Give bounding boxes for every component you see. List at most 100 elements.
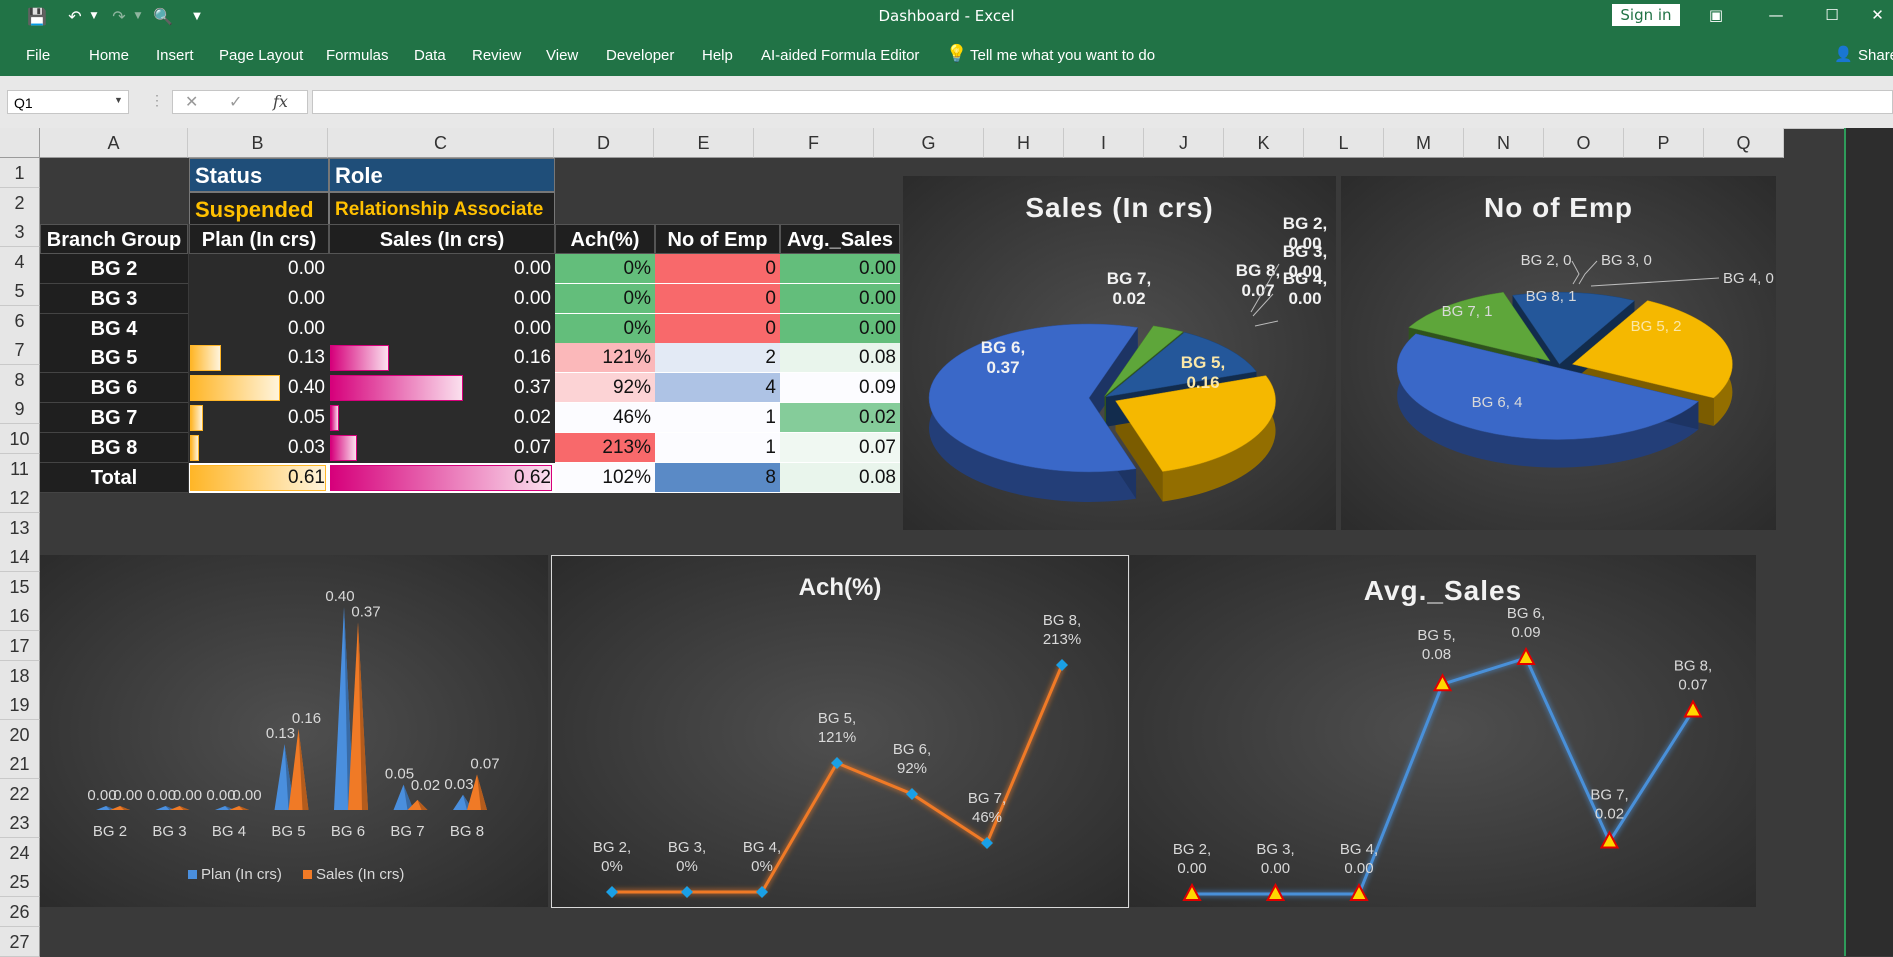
row-bg-6-ach: 92%: [555, 373, 655, 403]
tell-me-search[interactable]: Tell me what you want to do: [970, 47, 1155, 64]
row-header-17[interactable]: 17: [0, 631, 40, 661]
row-header-14[interactable]: 14: [0, 542, 40, 572]
column-header-l[interactable]: L: [1304, 128, 1384, 158]
row-header-8[interactable]: 8: [0, 365, 40, 395]
row-header-4[interactable]: 4: [0, 247, 40, 277]
row-header-19[interactable]: 19: [0, 690, 40, 720]
name-box-dropdown-icon[interactable]: ▼: [114, 95, 123, 105]
insert-function-button[interactable]: fx: [273, 92, 288, 111]
worksheet-grid[interactable]: Status Role Suspended Relationship Assoc…: [40, 158, 1893, 956]
row-bg-6-sales: 0.37: [329, 373, 555, 403]
column-header-p[interactable]: P: [1624, 128, 1704, 158]
row-total-ach: 102%: [555, 463, 655, 493]
row-header-22[interactable]: 22: [0, 779, 40, 809]
ach-line-chart[interactable]: Ach(%) BG 2, 0% BG 3, 0% BG 4, 0% BG 5, 121% BG …: [551, 555, 1129, 908]
row-bg-4-avg-text: 0.00: [859, 318, 896, 339]
tab-data[interactable]: Data: [414, 47, 446, 64]
close-icon[interactable]: ✕: [1862, 2, 1893, 28]
maximize-icon[interactable]: ☐: [1812, 2, 1852, 28]
column-header-b[interactable]: B: [188, 128, 328, 158]
tab-home[interactable]: Home: [89, 47, 129, 64]
tab-developer[interactable]: Developer: [606, 47, 674, 64]
tab-ai-formula-editor[interactable]: AI-aided Formula Editor: [761, 47, 919, 64]
tab-page-layout[interactable]: Page Layout: [219, 47, 303, 64]
enter-icon[interactable]: ✓: [229, 92, 242, 112]
row-header-9[interactable]: 9: [0, 394, 40, 424]
row-header-26[interactable]: 26: [0, 897, 40, 927]
row-header-3[interactable]: 3: [0, 217, 40, 247]
header-no-of-emp: No of Emp: [655, 224, 780, 254]
row-header-25[interactable]: 25: [0, 867, 40, 897]
row-header-24[interactable]: 24: [0, 838, 40, 868]
tab-view[interactable]: View: [546, 47, 578, 64]
row-header-20[interactable]: 20: [0, 720, 40, 750]
column-header-c[interactable]: C: [328, 128, 554, 158]
pie-label-bg-6: BG 6, 4: [1472, 394, 1523, 411]
name-box[interactable]: Q1: [7, 90, 129, 114]
emp-pie-chart[interactable]: No of Emp BG 2, 0 BG 3, 0 BG 4, 0 BG 5, 2 BG…: [1341, 176, 1776, 530]
tab-formulas[interactable]: Formulas: [326, 47, 389, 64]
row-header-27[interactable]: 27: [0, 927, 40, 957]
bar-value-label: 0.00: [87, 787, 116, 804]
marker-bg-8[interactable]: [1056, 659, 1068, 671]
row-header-10[interactable]: 10: [0, 424, 40, 454]
tab-review[interactable]: Review: [472, 47, 521, 64]
row-header-6[interactable]: 6: [0, 306, 40, 336]
sales-data-bar: [330, 435, 357, 461]
row-header-2[interactable]: 2: [0, 188, 40, 218]
bar-value-label: 0.37: [351, 603, 380, 620]
row-header-21[interactable]: 21: [0, 749, 40, 779]
row-header-13[interactable]: 13: [0, 513, 40, 543]
column-header-q[interactable]: Q: [1704, 128, 1784, 158]
tab-insert[interactable]: Insert: [156, 47, 194, 64]
status-value[interactable]: Suspended: [189, 192, 329, 226]
column-header-g[interactable]: G: [874, 128, 984, 158]
marker-bg-6[interactable]: [1516, 646, 1536, 665]
header-branch-group: Branch Group: [40, 224, 188, 254]
column-header-j[interactable]: J: [1144, 128, 1224, 158]
plan-sales-bar-chart[interactable]: 0.00 0.00 BG 2 0.00 0.00 BG 3 0.00 0.00 BG 4 0.13…: [40, 555, 548, 907]
row-header-12[interactable]: 12: [0, 483, 40, 513]
marker-bg-2[interactable]: [606, 886, 618, 898]
avg-sales-line-chart[interactable]: Avg._Sales BG 2, 0.00 BG 3, 0.00 BG 4, 0.00 BG…: [1130, 555, 1756, 907]
role-value[interactable]: Relationship Associate: [329, 192, 555, 226]
row-bg-3-avg-text: 0.00: [859, 288, 896, 309]
share-button[interactable]: Share: [1858, 47, 1893, 64]
tab-help[interactable]: Help: [702, 47, 733, 64]
row-header-1[interactable]: 1: [0, 158, 40, 188]
row-header-5[interactable]: 5: [0, 276, 40, 306]
column-header-i[interactable]: I: [1064, 128, 1144, 158]
minimize-icon[interactable]: —: [1756, 2, 1796, 28]
column-header-f[interactable]: F: [754, 128, 874, 158]
row-header-15[interactable]: 15: [0, 572, 40, 602]
column-header-k[interactable]: K: [1224, 128, 1304, 158]
row-header-23[interactable]: 23: [0, 808, 40, 838]
column-header-m[interactable]: M: [1384, 128, 1464, 158]
row-header-18[interactable]: 18: [0, 661, 40, 691]
formula-input[interactable]: [312, 90, 1893, 114]
ribbon-display-options-icon[interactable]: ▣: [1696, 2, 1736, 28]
cancel-icon[interactable]: ✕: [185, 92, 198, 112]
tab-file[interactable]: File: [26, 47, 50, 64]
marker-bg-4[interactable]: [756, 886, 768, 898]
row-bg-5-ach: 121%: [555, 343, 655, 373]
row-header-11[interactable]: 11: [0, 454, 40, 484]
marker-bg-3[interactable]: [681, 886, 693, 898]
column-header-n[interactable]: N: [1464, 128, 1544, 158]
pie-label-bg-5: BG 5, 0.16: [1181, 353, 1225, 392]
column-header-e[interactable]: E: [654, 128, 754, 158]
marker-bg-8[interactable]: [1683, 699, 1703, 718]
column-header-a[interactable]: A: [40, 128, 188, 158]
sales-pie-chart[interactable]: Sales (In crs) BG 2, 0.00 BG 3, 0.00 BG 4, 0.…: [903, 176, 1336, 530]
sign-in-button[interactable]: Sign in: [1612, 4, 1680, 26]
sales-data-bar: [330, 375, 464, 401]
column-header-o[interactable]: O: [1544, 128, 1624, 158]
marker-bg-5[interactable]: [831, 757, 843, 770]
row-bg-2-plan: 0.00: [189, 254, 329, 284]
row-header-7[interactable]: 7: [0, 335, 40, 365]
column-header-h[interactable]: H: [984, 128, 1064, 158]
row-header-16[interactable]: 16: [0, 601, 40, 631]
select-all-corner[interactable]: [0, 128, 40, 158]
pie-label-bg-2: BG 2, 0: [1521, 252, 1572, 269]
column-header-d[interactable]: D: [554, 128, 654, 158]
